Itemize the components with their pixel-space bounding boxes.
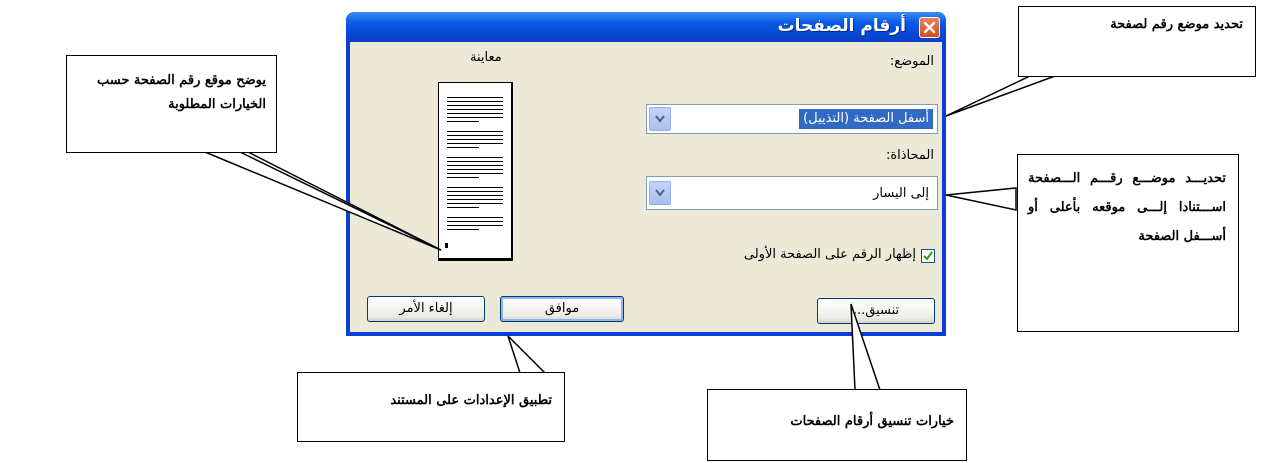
callout-format: خيارات تنسيق أرقام الصفحات	[707, 389, 967, 461]
callout-preview: يوضح موقع رقم الصفحة حسب الخيارات المطلو…	[66, 55, 277, 153]
callout-ok: تطبيق الإعدادات على المستند	[297, 372, 565, 442]
callout-alignment: تحديـــد موضـــع رقـــم الـــصفحة اســـت…	[1017, 154, 1239, 332]
callout-position: تحديد موضع رقم لصفحة	[1018, 6, 1256, 77]
